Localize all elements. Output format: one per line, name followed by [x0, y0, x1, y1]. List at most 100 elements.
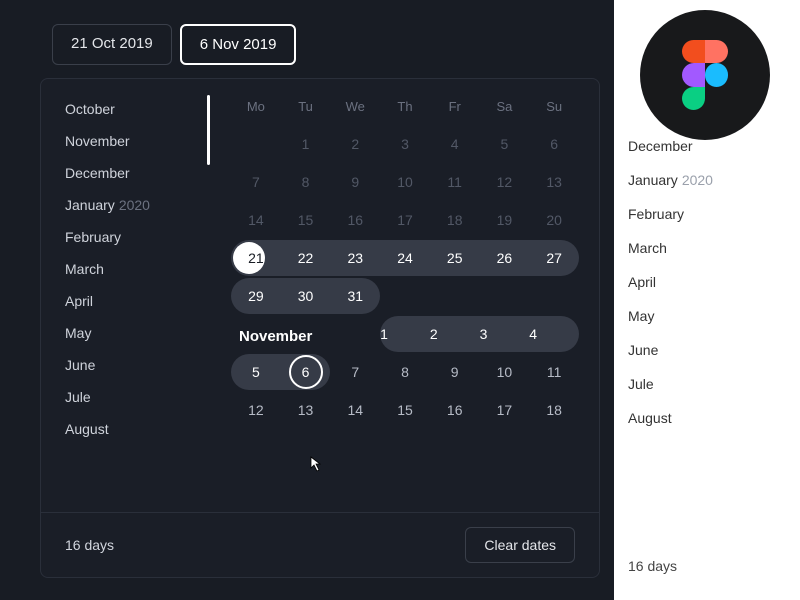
figma-logo-icon — [640, 10, 770, 140]
calendar-row: 21 22 23 24 25 26 27 — [231, 240, 579, 276]
weekday: Mo — [231, 95, 281, 118]
month-item[interactable]: January2020 — [65, 191, 210, 219]
day-cell[interactable]: 17 — [380, 202, 430, 238]
range-end-day[interactable]: 6 — [281, 354, 331, 390]
month-item[interactable]: April — [65, 287, 210, 315]
day-cell[interactable]: 10 — [480, 354, 530, 390]
day-cell[interactable]: 8 — [380, 354, 430, 390]
weekday: Th — [380, 95, 430, 118]
scrollbar-thumb[interactable] — [207, 95, 210, 165]
day-cell[interactable]: 17 — [480, 392, 530, 428]
day-cell[interactable]: 14 — [231, 202, 281, 238]
day-cell[interactable]: 15 — [380, 392, 430, 428]
day-cell — [529, 278, 579, 314]
date-inputs: 21 Oct 2019 6 Nov 2019 — [52, 24, 296, 65]
month-item[interactable]: February — [65, 223, 210, 251]
day-cell[interactable]: 6 — [529, 126, 579, 162]
day-cell[interactable]: 25 — [430, 240, 480, 276]
day-cell[interactable]: 20 — [529, 202, 579, 238]
day-cell[interactable]: 13 — [529, 164, 579, 200]
month-item[interactable]: Jule — [65, 383, 210, 411]
day-cell[interactable]: 15 — [281, 202, 331, 238]
day-cell[interactable]: 16 — [430, 392, 480, 428]
month-item[interactable]: Jule — [628, 370, 800, 398]
day-cell — [231, 126, 281, 162]
day-cell — [430, 278, 480, 314]
day-cell[interactable]: 26 — [480, 240, 530, 276]
weekday: Tu — [281, 95, 331, 118]
day-cell[interactable]: 14 — [330, 392, 380, 428]
day-cell[interactable]: 3 — [380, 126, 430, 162]
day-cell[interactable]: 12 — [480, 164, 530, 200]
month-item[interactable]: August — [65, 415, 210, 443]
month-item[interactable]: December — [65, 159, 210, 187]
day-cell[interactable]: 10 — [380, 164, 430, 200]
day-cell[interactable]: 31 — [330, 278, 380, 314]
month-list-light: December January2020 February March Apri… — [628, 132, 800, 432]
calendar-row: 12 13 14 15 16 17 18 — [231, 392, 579, 428]
day-cell[interactable]: 18 — [529, 392, 579, 428]
day-cell[interactable]: 27 — [529, 240, 579, 276]
weekday-header: Mo Tu We Th Fr Sa Su — [231, 95, 579, 118]
day-cell[interactable]: 5 — [231, 354, 281, 390]
day-cell[interactable]: 1 — [380, 316, 430, 352]
november-header-row: November 1 2 3 4 — [231, 316, 579, 352]
calendar-row: 1 2 3 4 5 6 — [231, 126, 579, 162]
day-cell[interactable]: 9 — [330, 164, 380, 200]
calendar-row: 29 30 31 — [231, 278, 579, 314]
day-cell[interactable]: 2 — [330, 126, 380, 162]
day-cell[interactable]: 8 — [281, 164, 331, 200]
day-cell[interactable]: 24 — [380, 240, 430, 276]
start-date-input[interactable]: 21 Oct 2019 — [52, 24, 172, 65]
day-cell[interactable]: 11 — [430, 164, 480, 200]
calendar-area: Mo Tu We Th Fr Sa Su 1 2 3 4 5 6 — [211, 79, 599, 512]
day-cell[interactable]: 4 — [430, 126, 480, 162]
calendar-row: 5 6 7 8 9 10 11 — [231, 354, 579, 390]
month-item[interactable]: November — [65, 127, 210, 155]
month-title: November — [239, 328, 380, 345]
day-cell[interactable]: 1 — [281, 126, 331, 162]
month-list[interactable]: October November December January2020 Fe… — [41, 79, 211, 512]
day-cell[interactable]: 23 — [330, 240, 380, 276]
day-cell[interactable]: 19 — [480, 202, 530, 238]
month-item[interactable]: May — [628, 302, 800, 330]
day-cell[interactable]: 4 — [529, 316, 579, 352]
day-cell[interactable]: 18 — [430, 202, 480, 238]
day-cell — [480, 278, 530, 314]
calendar-row: 1 2 3 4 — [380, 316, 579, 352]
day-cell[interactable]: 11 — [529, 354, 579, 390]
month-item[interactable]: May — [65, 319, 210, 347]
day-cell[interactable]: 16 — [330, 202, 380, 238]
days-count: 16 days — [628, 558, 677, 574]
day-cell[interactable]: 7 — [231, 164, 281, 200]
day-cell[interactable]: 29 — [231, 278, 281, 314]
month-item[interactable]: October — [65, 95, 210, 123]
weekday: We — [330, 95, 380, 118]
month-item[interactable]: April — [628, 268, 800, 296]
month-item[interactable]: January2020 — [628, 166, 800, 194]
month-item[interactable]: June — [65, 351, 210, 379]
picker-footer: 16 days Clear dates — [41, 512, 599, 577]
day-cell[interactable]: 7 — [330, 354, 380, 390]
weekday: Fr — [430, 95, 480, 118]
day-cell[interactable]: 13 — [281, 392, 331, 428]
day-cell[interactable]: 9 — [430, 354, 480, 390]
date-range-picker-dark: 21 Oct 2019 6 Nov 2019 October November … — [0, 0, 614, 600]
day-cell[interactable]: 3 — [480, 316, 530, 352]
month-item[interactable]: March — [65, 255, 210, 283]
calendar-row: 14 15 16 17 18 19 20 — [231, 202, 579, 238]
weekday: Sa — [480, 95, 530, 118]
range-start-day[interactable]: 21 — [231, 240, 281, 276]
month-item[interactable]: August — [628, 404, 800, 432]
day-cell[interactable]: 12 — [231, 392, 281, 428]
day-cell[interactable]: 5 — [480, 126, 530, 162]
month-item[interactable]: February — [628, 200, 800, 228]
end-date-input[interactable]: 6 Nov 2019 — [180, 24, 297, 65]
month-item[interactable]: June — [628, 336, 800, 364]
calendar-row: 7 8 9 10 11 12 13 — [231, 164, 579, 200]
day-cell[interactable]: 2 — [430, 316, 480, 352]
month-item[interactable]: March — [628, 234, 800, 262]
clear-dates-button[interactable]: Clear dates — [465, 527, 575, 563]
day-cell[interactable]: 30 — [281, 278, 331, 314]
day-cell[interactable]: 22 — [281, 240, 331, 276]
